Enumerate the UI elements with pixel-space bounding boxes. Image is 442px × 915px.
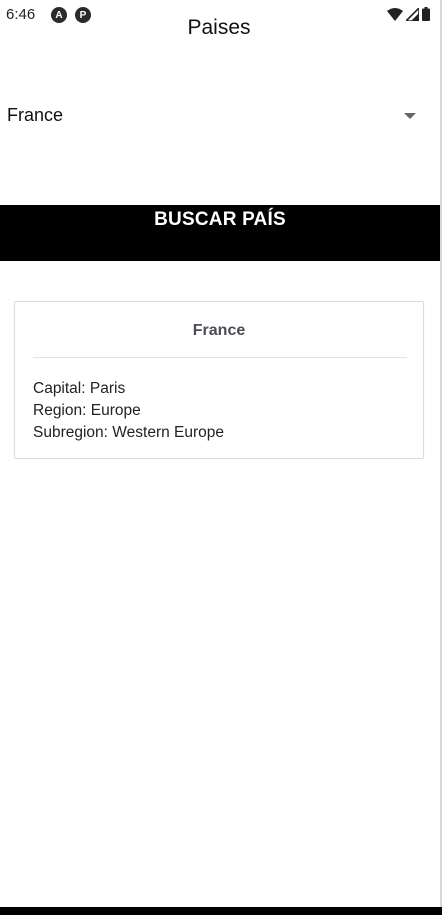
country-picker[interactable]: France [0, 98, 438, 134]
navigation-bar [0, 907, 442, 915]
subregion-value: Western Europe [112, 424, 225, 441]
dropdown-caret-icon [404, 113, 416, 119]
card-divider [33, 357, 407, 358]
capital-label: Capital: [33, 380, 86, 397]
app-screen: 6:46 A P Paises France BUSCAR PAÍS Franc… [0, 0, 442, 915]
picker-selected-value: France [7, 105, 64, 125]
region-label: Region: [33, 402, 87, 419]
country-details: Capital: Paris Region: Europe Subregion:… [33, 378, 224, 444]
page-title: Paises [187, 16, 251, 39]
subregion-label: Subregion: [33, 424, 108, 441]
country-card: France Capital: Paris Region: Europe Sub… [14, 301, 424, 459]
region-value: Europe [90, 402, 141, 419]
capital-line: Capital: Paris [33, 378, 224, 400]
region-line: Region: Europe [33, 400, 224, 422]
search-country-button-label: BUSCAR PAÍS [154, 209, 286, 230]
subregion-line: Subregion: Western Europe [33, 422, 224, 444]
capital-value: Paris [89, 380, 126, 397]
search-country-button[interactable]: BUSCAR PAÍS [0, 205, 440, 261]
country-name: France [192, 322, 246, 339]
